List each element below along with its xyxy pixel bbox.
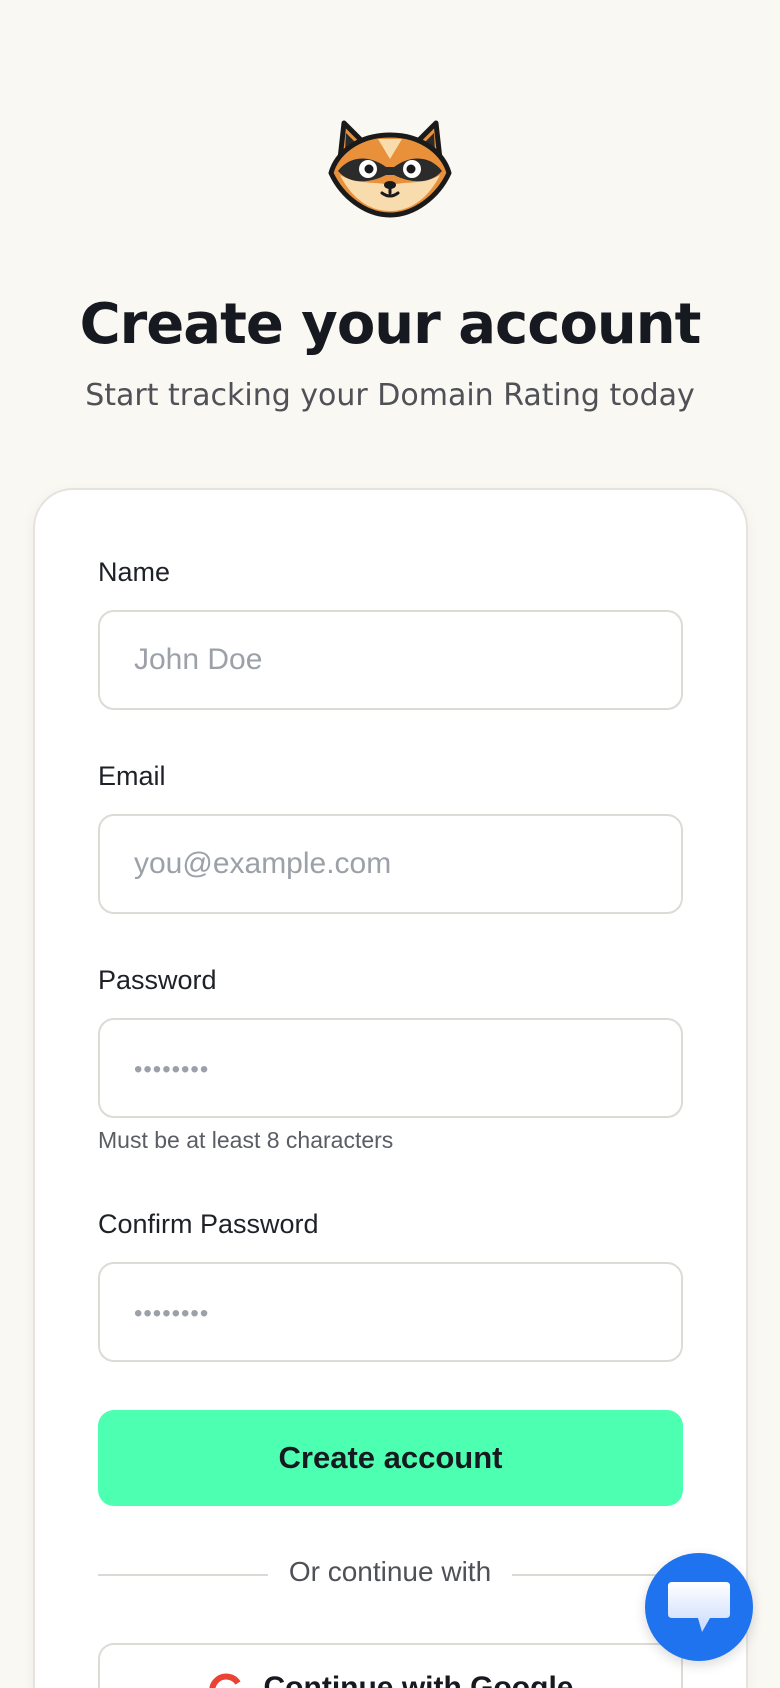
confirm-password-label: Confirm Password (98, 1209, 319, 1239)
google-icon (208, 1673, 241, 1688)
create-account-button[interactable]: Create account (98, 1410, 683, 1506)
password-hint: Must be at least 8 characters (98, 1127, 394, 1153)
chat-widget-button[interactable] (645, 1553, 753, 1661)
page-title: Create your account (79, 292, 702, 357)
page-subtitle: Start tracking your Domain Rating today (85, 378, 695, 413)
signup-page: Create your account Start tracking your … (0, 0, 780, 1688)
divider-line-left (98, 1574, 268, 1576)
divider-text: Or continue with (288, 1556, 492, 1587)
name-input[interactable] (98, 610, 683, 710)
google-signin-button[interactable]: Continue with Google (98, 1643, 683, 1688)
email-input[interactable] (98, 814, 683, 914)
chat-bubble-icon (668, 1582, 730, 1632)
password-input[interactable] (98, 1018, 683, 1118)
password-label: Password (98, 965, 217, 995)
raccoon-logo-icon (310, 96, 470, 238)
name-label: Name (98, 557, 171, 587)
email-label: Email (98, 761, 166, 791)
google-signin-label: Continue with Google (263, 1671, 574, 1688)
confirm-password-input[interactable] (98, 1262, 683, 1362)
